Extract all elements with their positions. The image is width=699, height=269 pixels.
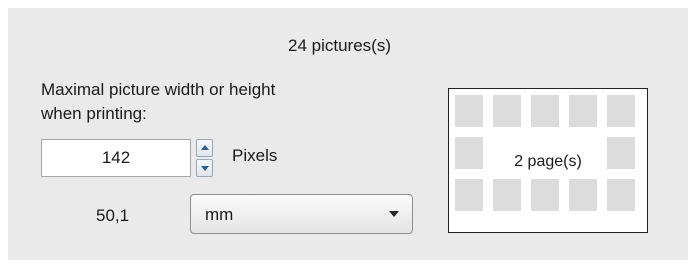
unit-label: Pixels <box>232 146 278 165</box>
thumbnail-placeholder <box>455 95 483 127</box>
thumbnail-placeholder <box>455 179 483 211</box>
thumbnail-placeholder <box>531 179 559 211</box>
thumbnail-placeholder <box>569 179 597 211</box>
size-spinner[interactable] <box>196 139 213 177</box>
thumbnail-placeholder <box>493 179 521 211</box>
thumbnail-placeholder <box>569 95 597 127</box>
unit-select-value: mm <box>205 205 234 224</box>
thumbnail-placeholder <box>493 95 521 127</box>
chevron-down-icon <box>389 211 399 217</box>
max-size-label-line2: when printing: <box>41 104 147 123</box>
converted-value: 50,1 <box>96 206 130 225</box>
size-input[interactable]: 142 <box>41 139 191 177</box>
max-size-label: Maximal picture width or height when pri… <box>41 78 401 126</box>
thumbnail-placeholder <box>531 95 559 127</box>
thumbnail-placeholder <box>607 95 635 127</box>
spin-up-icon[interactable] <box>196 139 213 157</box>
thumbnail-placeholder <box>607 179 635 211</box>
print-settings-panel: 24 pictures(s) Maximal picture width or … <box>8 8 688 260</box>
page-preview: 2 page(s) <box>448 88 648 233</box>
picture-count-label: 24 pictures(s) <box>288 36 391 55</box>
spin-down-icon[interactable] <box>196 159 213 177</box>
max-size-label-line1: Maximal picture width or height <box>41 80 276 99</box>
pages-count-label: 2 page(s) <box>514 153 582 170</box>
unit-select[interactable]: mm <box>190 194 413 234</box>
